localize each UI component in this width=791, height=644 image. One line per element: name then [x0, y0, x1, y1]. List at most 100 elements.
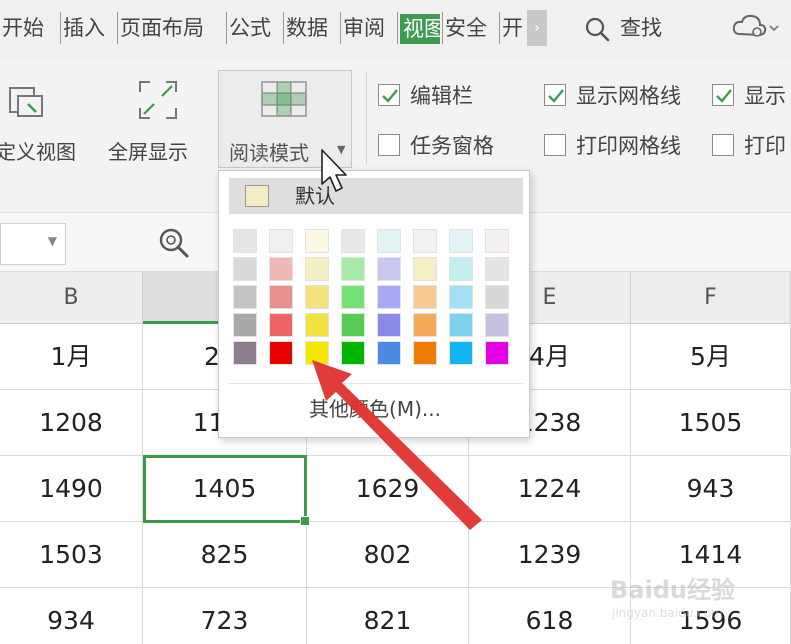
task-pane-checkbox[interactable]: [378, 134, 400, 156]
table-cell[interactable]: 5月: [631, 324, 791, 390]
table-cell[interactable]: 943: [631, 456, 791, 522]
fullscreen-icon: [139, 81, 177, 119]
color-swatch[interactable]: [449, 341, 473, 365]
tab-3[interactable]: 公式: [229, 10, 281, 46]
tab-5[interactable]: 审阅: [343, 10, 395, 46]
color-swatch[interactable]: [485, 341, 509, 365]
table-cell[interactable]: 1490: [0, 456, 143, 522]
tab-0[interactable]: 开始: [2, 10, 58, 46]
color-swatch[interactable]: [341, 313, 365, 337]
tab-overflow-button[interactable]: ›: [527, 10, 547, 46]
print-more-checkbox[interactable]: [712, 134, 734, 156]
task-pane-label: 任务窗格: [410, 134, 494, 158]
default-color-option[interactable]: 默认: [229, 178, 523, 214]
find-button[interactable]: 查找: [584, 10, 662, 46]
print-more-label: 打印: [744, 134, 786, 158]
color-swatch[interactable]: [269, 229, 293, 253]
tab-2[interactable]: 页面布局: [120, 10, 224, 46]
chevron-down-icon: ▼: [337, 143, 346, 156]
color-swatch[interactable]: [233, 285, 257, 309]
color-swatch[interactable]: [449, 257, 473, 281]
table-cell[interactable]: 821: [307, 588, 469, 644]
color-swatch[interactable]: [305, 313, 329, 337]
show-more-label: 显示: [744, 84, 786, 108]
color-swatch[interactable]: [233, 313, 257, 337]
table-cell[interactable]: 1405: [143, 456, 307, 522]
color-swatch[interactable]: [449, 313, 473, 337]
color-swatch[interactable]: [233, 229, 257, 253]
color-swatch[interactable]: [485, 285, 509, 309]
baidu-watermark: Baidu经验 jingyan.baidu.com: [600, 566, 780, 636]
table-cell[interactable]: 1月: [0, 324, 143, 390]
table-cell[interactable]: 723: [143, 588, 307, 644]
color-swatch[interactable]: [341, 341, 365, 365]
watermark-main: Baidu经验: [610, 576, 735, 604]
color-swatch[interactable]: [377, 313, 401, 337]
column-header[interactable]: B: [0, 272, 143, 324]
show-more-checkbox[interactable]: [712, 84, 734, 106]
color-swatch[interactable]: [449, 229, 473, 253]
color-swatch[interactable]: [305, 229, 329, 253]
reading-mode-button[interactable]: 阅读模式 ▼: [218, 70, 352, 168]
color-swatch[interactable]: [341, 229, 365, 253]
tab-separator: [499, 12, 500, 44]
table-cell[interactable]: 1503: [0, 522, 143, 588]
color-swatch[interactable]: [377, 341, 401, 365]
color-swatch[interactable]: [269, 341, 293, 365]
reading-mode-icon: [261, 81, 307, 117]
other-colors-option[interactable]: 其他颜色(M)...: [219, 393, 531, 422]
print-gridlines-checkbox[interactable]: [544, 134, 566, 156]
color-swatch[interactable]: [485, 313, 509, 337]
name-box[interactable]: ▼: [0, 223, 66, 265]
tab-1[interactable]: 插入: [63, 10, 115, 46]
color-swatch[interactable]: [449, 285, 473, 309]
color-swatch[interactable]: [233, 257, 257, 281]
table-cell[interactable]: 1224: [469, 456, 631, 522]
fullscreen-button[interactable]: 全屏显示: [104, 70, 212, 170]
table-cell[interactable]: 1629: [307, 456, 469, 522]
dropdown-divider: [229, 383, 523, 384]
color-swatch[interactable]: [377, 257, 401, 281]
tab-separator: [117, 12, 118, 44]
tab-6[interactable]: 视图: [400, 14, 440, 44]
default-color-label: 默认: [295, 184, 335, 208]
color-swatch[interactable]: [233, 341, 257, 365]
color-swatch[interactable]: [305, 285, 329, 309]
color-swatch[interactable]: [305, 257, 329, 281]
table-cell[interactable]: 825: [143, 522, 307, 588]
color-swatch[interactable]: [485, 257, 509, 281]
tab-4[interactable]: 数据: [286, 10, 338, 46]
color-swatch[interactable]: [269, 313, 293, 337]
color-swatch[interactable]: [413, 341, 437, 365]
color-swatch[interactable]: [413, 313, 437, 337]
color-swatch[interactable]: [413, 285, 437, 309]
color-swatch[interactable]: [413, 229, 437, 253]
table-cell[interactable]: 1505: [631, 390, 791, 456]
table-cell[interactable]: 802: [307, 522, 469, 588]
find-label: 查找: [620, 16, 662, 40]
edit-bar-checkbox[interactable]: [378, 84, 400, 106]
zoom-icon[interactable]: [156, 225, 192, 261]
column-header[interactable]: F: [631, 272, 791, 324]
menu-tab-bar: 开始 插入 页面布局 公式 数据 审阅 视图 安全开 › 查找: [0, 0, 791, 58]
table-cell[interactable]: 1208: [0, 390, 143, 456]
tab-8[interactable]: 开: [502, 10, 524, 46]
color-swatch[interactable]: [413, 257, 437, 281]
tab-7[interactable]: 安全: [445, 10, 497, 46]
color-swatch[interactable]: [269, 285, 293, 309]
color-swatch[interactable]: [341, 285, 365, 309]
color-swatch[interactable]: [377, 229, 401, 253]
color-swatch[interactable]: [269, 257, 293, 281]
color-swatch[interactable]: [485, 229, 509, 253]
cloud-sync-icon[interactable]: [730, 12, 780, 42]
custom-view-button[interactable]: 定义视图: [0, 70, 100, 170]
color-swatch[interactable]: [341, 257, 365, 281]
watermark-sub: jingyan.baidu.com: [612, 606, 723, 620]
table-cell[interactable]: 934: [0, 588, 143, 644]
color-swatch[interactable]: [377, 285, 401, 309]
checkmark-icon: [382, 89, 398, 103]
tab-separator: [340, 12, 341, 44]
color-swatch[interactable]: [305, 341, 329, 365]
tab-separator: [60, 12, 61, 44]
show-gridlines-checkbox[interactable]: [544, 84, 566, 106]
